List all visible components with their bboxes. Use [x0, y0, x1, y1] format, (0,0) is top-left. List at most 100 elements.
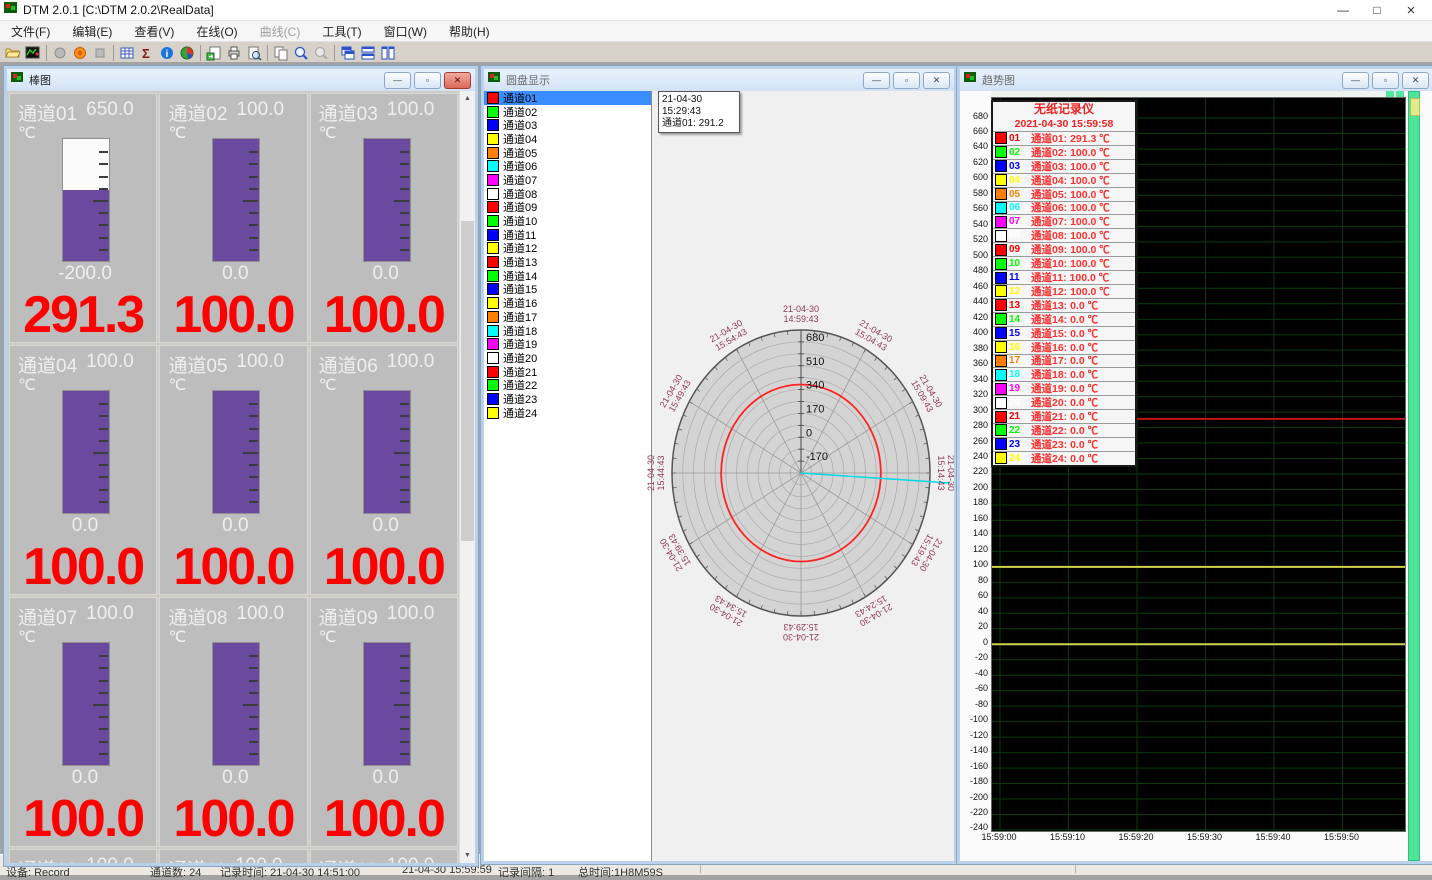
tile-horizontal-icon[interactable] — [358, 43, 378, 63]
channel-number: 03 — [1009, 161, 1026, 172]
menu-查看(V)[interactable]: 查看(V) — [123, 21, 185, 42]
unit-label: ℃ — [319, 123, 337, 143]
close-button[interactable]: ✕ — [923, 72, 950, 89]
print-preview-icon[interactable] — [244, 43, 264, 63]
close-button[interactable]: ✕ — [1402, 72, 1429, 89]
channel-label: 通道01 — [18, 99, 77, 126]
channel-color-swatch — [995, 327, 1007, 339]
y-axis-tick: 340 — [960, 374, 988, 384]
y-axis-tick: -160 — [960, 761, 988, 771]
channel-number: 18 — [1009, 369, 1026, 380]
channel-label: 通道08 — [168, 603, 227, 630]
close-button[interactable]: ✕ — [444, 72, 471, 89]
y-axis-tick: 240 — [960, 451, 988, 461]
minimize-button[interactable]: — — [1342, 72, 1369, 89]
open-icon[interactable] — [3, 43, 23, 63]
gauge-max-label: 100.0 — [86, 351, 134, 378]
channel-reading: 通道17: 0.0 ℃ — [1031, 353, 1098, 368]
y-axis-tick: 300 — [960, 405, 988, 415]
bar-gauge-grid: 通道01650.0℃-200.0291.3通道02100.0℃0.0100.0通… — [7, 91, 460, 863]
restore-button[interactable]: ▫ — [414, 72, 441, 89]
channel-color-swatch — [487, 201, 499, 213]
status-item: 通道数: 24 — [150, 864, 201, 880]
channel-reading: 通道13: 0.0 ℃ — [1031, 298, 1098, 313]
channel-list-item[interactable]: 通道24 — [484, 406, 651, 420]
scroll-down-icon[interactable]: ▼ — [460, 848, 475, 863]
minimize-button[interactable]: — — [384, 72, 411, 89]
menu-在线(O)[interactable]: 在线(O) — [185, 21, 248, 42]
gauge-max-label: 100.0 — [236, 351, 284, 378]
sum-icon[interactable]: Σ — [137, 43, 157, 63]
scroll-up-icon[interactable]: ▲ — [460, 91, 475, 106]
legend-row: 05通道05: 100.0 ℃ — [993, 187, 1135, 201]
channel-value: 100.0 — [311, 289, 457, 341]
svg-text:0: 0 — [806, 427, 812, 439]
legend-row: 07通道07: 100.0 ℃ — [993, 214, 1135, 228]
channel-reading: 通道20: 0.0 ℃ — [1031, 395, 1098, 410]
scrollbar-thumb[interactable] — [1410, 98, 1420, 116]
trend-vertical-scrollbar[interactable] — [1408, 91, 1420, 861]
tile-vertical-icon[interactable] — [378, 43, 398, 63]
realtime-data-icon[interactable] — [23, 43, 43, 63]
y-axis-tick: 140 — [960, 528, 988, 538]
minimize-button[interactable]: — — [1326, 1, 1360, 19]
copy-icon[interactable] — [271, 43, 291, 63]
scrollbar-thumb[interactable] — [461, 221, 474, 541]
y-axis-tick: 500 — [960, 250, 988, 260]
y-axis-tick: 400 — [960, 327, 988, 337]
channel-reading: 通道18: 0.0 ℃ — [1031, 367, 1098, 382]
window-icon — [11, 71, 24, 89]
legend-title: 无纸记录仪 — [993, 102, 1135, 117]
data-table-icon[interactable] — [117, 43, 137, 63]
channel-color-swatch — [995, 174, 1007, 186]
channel-reading: 通道23: 0.0 ℃ — [1031, 437, 1098, 452]
gauge-min-label: 0.0 — [37, 767, 133, 789]
zoom-in-icon[interactable] — [291, 43, 311, 63]
channel-number: 21 — [1009, 411, 1026, 422]
channel-label: 通道04 — [18, 351, 77, 378]
bar-gauge — [212, 642, 260, 766]
channel-reading: 通道16: 0.0 ℃ — [1031, 340, 1098, 355]
channel-reading: 通道10: 100.0 ℃ — [1031, 256, 1110, 271]
channel-number: 09 — [1009, 244, 1026, 255]
close-button[interactable]: × — [1394, 1, 1428, 19]
gauge-max-label: 100.0 — [387, 351, 435, 378]
info-icon[interactable]: i — [157, 43, 177, 63]
menu-工具(T)[interactable]: 工具(T) — [311, 21, 372, 42]
channel-number: 02 — [1009, 147, 1026, 158]
menu-编辑(E)[interactable]: 编辑(E) — [61, 21, 123, 42]
restore-button[interactable]: ▫ — [893, 72, 920, 89]
channel-number: 01 — [1009, 133, 1026, 144]
bar-window-scrollbar[interactable]: ▲ ▼ — [459, 91, 475, 863]
legend-row: 23通道23: 0.0 ℃ — [993, 437, 1135, 451]
mdi-workspace: 设备: Record通道数: 24记录时间: 21-04-30 14:51:00… — [0, 62, 1432, 875]
cascade-windows-icon[interactable] — [338, 43, 358, 63]
channel-color-swatch — [995, 438, 1007, 450]
unit-label: ℃ — [18, 627, 36, 647]
disc-window-title-bar[interactable]: 圆盘显示 — ▫ ✕ — [484, 69, 954, 92]
y-axis-tick: 640 — [960, 141, 988, 151]
status-item: 记录时间: 21-04-30 14:51:00 — [220, 864, 360, 880]
menu-帮助(H)[interactable]: 帮助(H) — [438, 21, 501, 42]
menu-窗口(W)[interactable]: 窗口(W) — [373, 21, 438, 42]
trend-window-title-bar[interactable]: 趋势图 — ▫ ✕ — [960, 69, 1432, 92]
statistics-pie-icon[interactable] — [177, 43, 197, 63]
channel-color-swatch — [487, 215, 499, 227]
channel-reading: 通道05: 100.0 ℃ — [1031, 187, 1110, 202]
record-icon[interactable] — [70, 43, 90, 63]
export-icon[interactable] — [204, 43, 224, 63]
menu-文件(F)[interactable]: 文件(F) — [0, 21, 61, 42]
restore-button[interactable]: ▫ — [1372, 72, 1399, 89]
polar-chart: 6805103401700-17021-04-3014:59:4321-04-3… — [652, 91, 949, 855]
channel-value: 100.0 — [160, 793, 306, 845]
print-icon[interactable] — [224, 43, 244, 63]
channel-color-swatch — [995, 341, 1007, 353]
channel-number: 19 — [1009, 383, 1026, 394]
y-axis-tick: 360 — [960, 358, 988, 368]
y-axis-tick: -60 — [960, 683, 988, 693]
main-title-bar[interactable]: DTM 2.0.1 [C:\DTM 2.0.2\RealData] — □ × — [0, 0, 1432, 21]
minimize-button[interactable]: — — [863, 72, 890, 89]
bar-window-title-bar[interactable]: 棒图 — ▫ ✕ — [7, 69, 475, 92]
maximize-button[interactable]: □ — [1360, 1, 1394, 19]
legend-row: 09通道09: 100.0 ℃ — [993, 242, 1135, 256]
